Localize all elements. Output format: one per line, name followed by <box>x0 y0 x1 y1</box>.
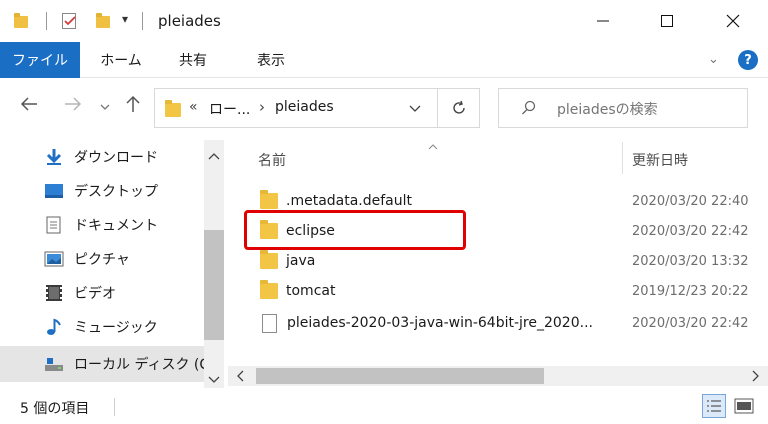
divider <box>114 398 115 416</box>
maximize-button[interactable] <box>644 0 690 42</box>
file-row-date: 2020/03/20 22:42 <box>632 223 749 239</box>
ribbon-tabs: ファイル ホーム 共有 表示 ⌄ ? <box>0 42 768 78</box>
search-box[interactable]: pleiadesの検索 <box>498 88 748 128</box>
folder-icon <box>14 13 28 28</box>
tab-share[interactable]: 共有 <box>168 42 218 78</box>
close-button[interactable] <box>710 0 756 42</box>
navigation-scrollbar-thumb[interactable] <box>204 230 224 340</box>
details-view-icon[interactable] <box>702 394 726 418</box>
minimize-button[interactable] <box>580 0 626 42</box>
file-name: pleiades-2020-03-java-win-64bit-jre_2020… <box>287 315 593 331</box>
nav-item-label: ミュージック <box>74 320 158 336</box>
divider <box>142 12 143 30</box>
highlight-box <box>244 210 466 250</box>
breadcrumb-segment[interactable]: ロー... <box>209 99 250 119</box>
file-row-date: 2019/12/23 20:22 <box>632 283 749 299</box>
navigation-pane: ダウンロード デスクトップ ドキュメント ピクチャ ビデオ ミュージック ローカ… <box>0 140 228 388</box>
file-row-name[interactable]: tomcat <box>260 276 335 306</box>
nav-item-label: ピクチャ <box>74 252 130 268</box>
properties-icon[interactable] <box>62 13 76 29</box>
item-count: 5 個の項目 <box>20 401 90 417</box>
search-icon <box>521 100 537 120</box>
new-folder-icon[interactable] <box>96 13 110 28</box>
column-divider[interactable] <box>622 142 623 174</box>
breadcrumb-separator[interactable]: › <box>259 98 265 116</box>
nav-item-music[interactable]: ミュージック <box>44 312 158 342</box>
picture-icon <box>44 250 64 268</box>
large-icons-view-icon[interactable] <box>734 398 754 418</box>
column-header-name[interactable]: 名前 <box>258 150 286 170</box>
nav-item-videos[interactable]: ビデオ <box>44 278 116 308</box>
drive-icon <box>44 355 64 373</box>
file-name: .metadata.default <box>286 193 413 209</box>
back-icon[interactable] <box>20 96 38 117</box>
scroll-left-icon[interactable] <box>236 370 244 386</box>
scroll-down-icon[interactable] <box>208 372 220 388</box>
scroll-right-icon[interactable] <box>752 370 760 386</box>
address-dropdown-icon[interactable] <box>409 101 421 117</box>
nav-item-pictures[interactable]: ピクチャ <box>44 244 130 274</box>
folder-icon <box>165 100 181 117</box>
status-bar: 5 個の項目 <box>0 390 768 424</box>
scroll-up-icon[interactable] <box>208 148 220 164</box>
forward-icon[interactable] <box>64 96 82 117</box>
search-input[interactable]: pleiadesの検索 <box>557 99 658 119</box>
nav-item-label: デスクトップ <box>74 184 158 200</box>
file-row-date: 2020/03/20 22:40 <box>632 193 749 209</box>
nav-item-local-disk[interactable]: ローカル ディスク (C <box>44 349 204 379</box>
document-icon <box>44 216 64 234</box>
file-name: java <box>286 253 316 269</box>
sort-ascending-icon <box>428 138 438 154</box>
recent-locations-icon[interactable] <box>100 99 110 115</box>
folder-icon <box>260 280 278 299</box>
nav-item-label: ローカル ディスク (C <box>74 357 204 373</box>
column-header-modified[interactable]: 更新日時 <box>632 150 688 170</box>
breadcrumb-current[interactable]: pleiades <box>275 99 334 115</box>
music-icon <box>44 318 64 336</box>
tab-file[interactable]: ファイル <box>0 42 80 78</box>
help-icon[interactable]: ? <box>738 50 758 70</box>
nav-item-downloads[interactable]: ダウンロード <box>44 142 158 172</box>
nav-item-label: ビデオ <box>74 286 116 302</box>
address-bar[interactable]: « ロー... › pleiades <box>154 88 438 128</box>
nav-item-label: ドキュメント <box>74 218 158 234</box>
folder-icon <box>260 190 278 209</box>
title-bar: ▾ pleiades <box>0 0 768 42</box>
customize-qat-icon[interactable]: ▾ <box>122 12 128 26</box>
video-icon <box>44 284 64 302</box>
file-icon <box>262 313 277 333</box>
download-icon <box>44 148 64 166</box>
window-title: pleiades <box>158 12 221 30</box>
expand-ribbon-icon[interactable]: ⌄ <box>708 52 719 67</box>
file-name: tomcat <box>286 283 336 299</box>
nav-item-desktop[interactable]: デスクトップ <box>44 176 158 206</box>
file-row-date: 2020/03/20 22:42 <box>632 315 749 331</box>
breadcrumb-overflow[interactable]: « <box>189 99 198 115</box>
tab-home[interactable]: ホーム <box>90 42 152 78</box>
file-list-scrollbar-thumb[interactable] <box>256 368 544 384</box>
up-icon[interactable] <box>124 95 142 117</box>
file-row-date: 2020/03/20 13:32 <box>632 253 749 269</box>
file-row-name[interactable]: java <box>260 246 315 276</box>
desktop-icon <box>44 182 64 200</box>
refresh-button[interactable] <box>438 88 480 128</box>
tab-view[interactable]: 表示 <box>246 42 296 78</box>
file-row-name[interactable]: pleiades-2020-03-java-win-64bit-jre_2020… <box>260 308 620 338</box>
folder-icon <box>260 250 278 269</box>
nav-item-documents[interactable]: ドキュメント <box>44 210 158 240</box>
nav-item-label: ダウンロード <box>74 150 158 166</box>
divider <box>46 12 47 30</box>
